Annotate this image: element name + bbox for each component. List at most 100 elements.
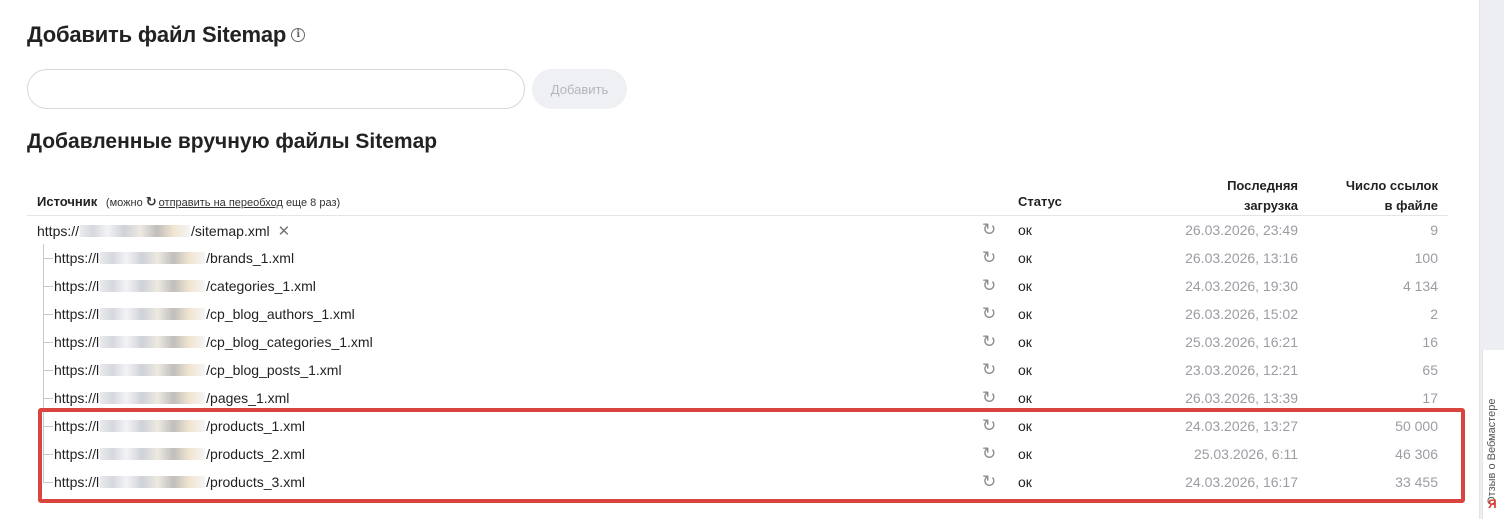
links-count: 65 <box>1422 362 1438 378</box>
main-panel: Добавить файл Sitemap i Добавить Добавлен… <box>0 0 1480 519</box>
tree-connector <box>43 356 54 384</box>
redacted-domain <box>100 448 206 460</box>
table-row: https://l/categories_1.xml ↻ ок 24.03.20… <box>27 272 1448 300</box>
redacted-domain <box>100 308 206 320</box>
tree-connector <box>43 300 54 328</box>
redacted-domain <box>100 252 206 264</box>
yandex-logo-icon: Я <box>1488 497 1497 511</box>
url-path: /categories_1.xml <box>206 278 316 294</box>
add-sitemap-title-text: Добавить файл Sitemap <box>27 22 287 47</box>
url-path: /sitemap.xml <box>191 223 270 239</box>
refresh-icon[interactable]: ↻ <box>982 444 996 464</box>
status-value: ок <box>1018 474 1032 490</box>
feedback-tab-label[interactable]: Отзыв о Вебмастере <box>1486 399 1498 505</box>
status-value: ок <box>1018 278 1032 294</box>
links-count: 100 <box>1414 250 1438 266</box>
status-value: ок <box>1018 418 1032 434</box>
refresh-icon[interactable]: ↻ <box>982 388 996 408</box>
add-sitemap-title: Добавить файл Sitemap i <box>27 22 306 48</box>
links-count-header: Число ссылок в файле <box>1318 176 1438 216</box>
sitemap-url[interactable]: https://l/pages_1.xml <box>54 390 289 406</box>
source-header: Источник (можно ↻ отправить на переобход … <box>37 194 340 210</box>
links-count-header-line2: в файле <box>1384 198 1438 213</box>
url-prefix: https://l <box>54 278 100 294</box>
last-load-header-line1: Последняя <box>1227 178 1298 193</box>
links-count: 2 <box>1430 306 1438 322</box>
last-load-date: 24.03.2026, 19:30 <box>1185 278 1298 294</box>
table-row: https://l/products_1.xml ↻ ок 24.03.2026… <box>27 412 1448 440</box>
resend-note-prefix: (можно <box>105 197 143 209</box>
links-count: 33 455 <box>1395 474 1438 490</box>
sitemap-table-body: https:// /sitemap.xml ✕ ↻ ок 26.03.2026, … <box>27 216 1448 496</box>
sitemap-url[interactable]: https://l/cp_blog_categories_1.xml <box>54 334 373 350</box>
redacted-domain <box>100 280 206 292</box>
last-load-date: 26.03.2026, 13:16 <box>1185 250 1298 266</box>
url-prefix: https:// <box>37 223 80 239</box>
redacted-domain <box>100 336 206 348</box>
links-count: 4 134 <box>1402 278 1438 294</box>
refresh-icon[interactable]: ↻ <box>982 416 996 436</box>
table-header: Источник (можно ↻ отправить на переобход … <box>27 172 1448 216</box>
tree-connector <box>43 384 54 412</box>
table-row: https://l/cp_blog_categories_1.xml ↻ ок … <box>27 328 1448 356</box>
last-load-date: 26.03.2026, 15:02 <box>1185 306 1298 322</box>
sitemap-url[interactable]: https://l/cp_blog_posts_1.xml <box>54 362 342 378</box>
add-button[interactable]: Добавить <box>532 69 627 109</box>
refresh-icon[interactable]: ↻ <box>982 248 996 268</box>
info-icon[interactable]: i <box>291 28 306 43</box>
table-row: https:// /sitemap.xml ✕ ↻ ок 26.03.2026, … <box>27 216 1448 244</box>
refresh-icon[interactable]: ↻ <box>982 276 996 296</box>
sitemap-url[interactable]: https://l/brands_1.xml <box>54 250 294 266</box>
table-row: https://l/brands_1.xml ↻ ок 26.03.2026, … <box>27 244 1448 272</box>
resend-link[interactable]: отправить на переобход <box>159 197 283 209</box>
status-value: ок <box>1018 306 1032 322</box>
refresh-icon[interactable]: ↻ <box>982 220 996 240</box>
url-prefix: https://l <box>54 250 100 266</box>
links-count: 17 <box>1422 390 1438 406</box>
table-row: https://l/cp_blog_authors_1.xml ↻ ок 26.… <box>27 300 1448 328</box>
sitemap-url[interactable]: https://l/products_3.xml <box>54 474 305 490</box>
url-path: /products_2.xml <box>206 446 305 462</box>
refresh-icon[interactable]: ↻ <box>982 304 996 324</box>
resend-note: (можно ↻ отправить на переобход еще 8 раз… <box>105 194 340 209</box>
sitemap-url[interactable]: https://l/cp_blog_authors_1.xml <box>54 306 355 322</box>
source-header-label: Источник <box>37 194 98 209</box>
refresh-icon[interactable]: ↻ <box>982 360 996 380</box>
refresh-icon[interactable]: ↻ <box>982 472 996 492</box>
table-row: https://l/cp_blog_posts_1.xml ↻ ок 23.03… <box>27 356 1448 384</box>
tree-connector <box>43 244 54 272</box>
url-prefix: https://l <box>54 474 100 490</box>
sitemap-url[interactable]: https://l/categories_1.xml <box>54 278 316 294</box>
sitemap-url-input[interactable] <box>27 69 525 109</box>
redacted-domain <box>100 364 206 376</box>
status-value: ок <box>1018 362 1032 378</box>
redacted-domain <box>80 225 191 237</box>
url-prefix: https://l <box>54 418 100 434</box>
sitemap-url[interactable]: https://l/products_2.xml <box>54 446 305 462</box>
url-path: /cp_blog_posts_1.xml <box>206 362 342 378</box>
sitemap-url[interactable]: https://l/products_1.xml <box>54 418 305 434</box>
url-prefix: https://l <box>54 306 100 322</box>
links-count: 46 306 <box>1395 446 1438 462</box>
url-path: /products_3.xml <box>206 474 305 490</box>
last-load-date: 24.03.2026, 13:27 <box>1185 418 1298 434</box>
table-row: https://l/products_2.xml ↻ ок 25.03.2026… <box>27 440 1448 468</box>
status-value: ок <box>1018 446 1032 462</box>
sitemap-url[interactable]: https:// /sitemap.xml ✕ <box>37 222 290 240</box>
url-prefix: https://l <box>54 362 100 378</box>
status-value: ок <box>1018 390 1032 406</box>
last-load-date: 26.03.2026, 13:39 <box>1185 390 1298 406</box>
last-load-date: 26.03.2026, 23:49 <box>1185 222 1298 238</box>
tree-connector <box>43 412 54 440</box>
refresh-icon[interactable]: ↻ <box>982 332 996 352</box>
table-row: https://l/pages_1.xml ↻ ок 26.03.2026, 1… <box>27 384 1448 412</box>
redacted-domain <box>100 420 206 432</box>
remove-sitemap-icon[interactable]: ✕ <box>278 222 291 240</box>
links-count: 9 <box>1430 222 1438 238</box>
links-count: 16 <box>1422 334 1438 350</box>
manual-sitemaps-title: Добавленные вручную файлы Sitemap <box>27 130 438 153</box>
last-load-header-line2: загрузка <box>1244 198 1298 213</box>
url-path: /cp_blog_categories_1.xml <box>206 334 373 350</box>
links-count: 50 000 <box>1395 418 1438 434</box>
status-header: Статус <box>1018 194 1062 209</box>
